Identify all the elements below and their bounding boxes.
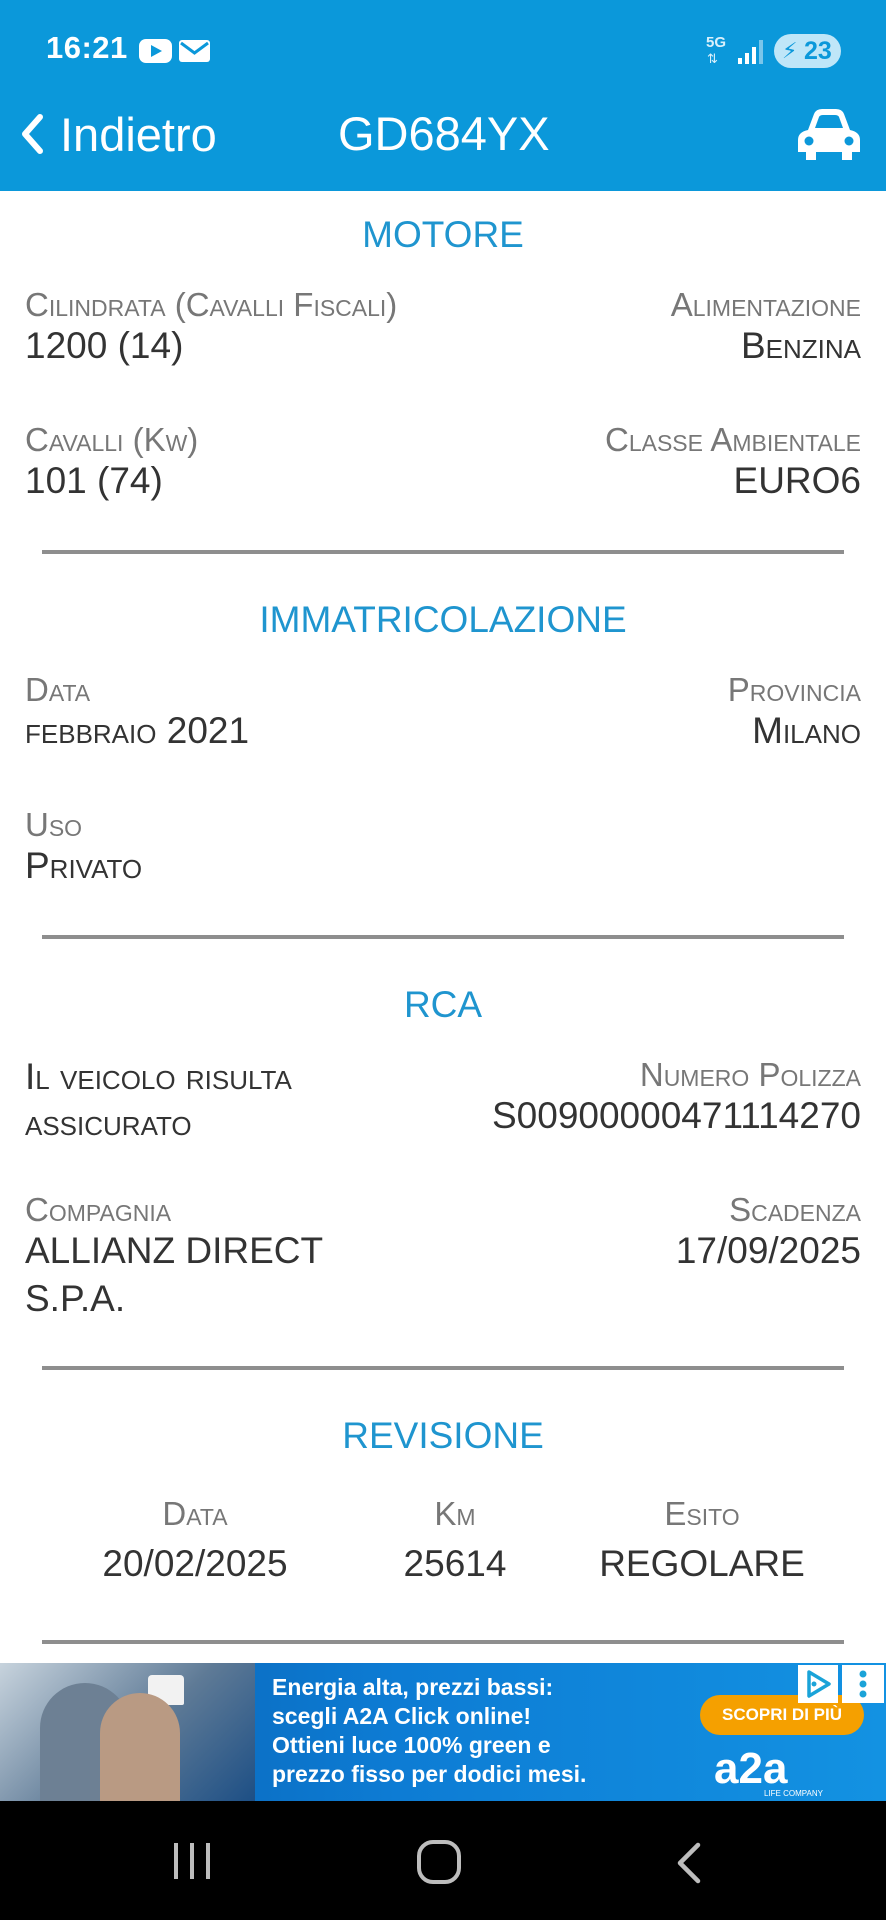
revisione-esito-value: REGOLARE (599, 1543, 805, 1584)
section-title-revisione: REVISIONE (342, 1415, 544, 1456)
numero-polizza-label: Numero Polizza (639, 1056, 861, 1093)
uso-label: Uso (25, 806, 83, 843)
youtube-notification-icon (139, 39, 172, 63)
network-type-label: 5G (706, 34, 727, 51)
immatricolazione-data-label: Data (25, 671, 91, 708)
section-divider (42, 935, 844, 939)
battery-level: 23 (804, 37, 832, 65)
cavalli-value: 101 (74) (25, 460, 163, 501)
page-title: GD684YX (338, 107, 550, 160)
status-bar: 16:21 5G ⇅ ⚡ 23 (0, 0, 886, 100)
numero-polizza-value: S009000004711142​70 (491, 1095, 861, 1136)
revisione-km-value: 25614 (403, 1543, 507, 1584)
signal-strength-icon (738, 40, 764, 64)
compagnia-value-line2: S.P.A. (25, 1278, 126, 1319)
uso-value: Privato (25, 845, 143, 886)
provincia-label: Provincia (727, 671, 861, 708)
battery-indicator: ⚡ 23 (774, 34, 841, 68)
nav-back-icon[interactable] (670, 1841, 710, 1885)
ad-text: Energia alta, prezzi bassi: scegli A2A C… (272, 1674, 587, 1787)
revisione-data-value: 20/02/2025 (102, 1543, 288, 1584)
compagnia-value-line1: ALLIANZ DIRECT (25, 1230, 324, 1271)
section-divider (42, 550, 844, 554)
back-button[interactable]: Indietro (20, 104, 217, 164)
ad-more-icon[interactable] (842, 1665, 884, 1703)
ad-logo: a2a (714, 1744, 788, 1793)
section-title-motore: MOTORE (362, 214, 524, 255)
home-icon[interactable] (417, 1840, 461, 1884)
ad-choices-icon[interactable] (798, 1665, 838, 1703)
section-title-immatricolazione: IMMATRICOLAZIONE (259, 599, 627, 640)
section-divider (42, 1366, 844, 1370)
rca-status-line2: assicurato (25, 1102, 192, 1143)
app-header: 16:21 5G ⇅ ⚡ 23 Indietro GD684YX (0, 0, 886, 191)
rca-status-line1: Il veicolo risulta (25, 1056, 292, 1097)
system-nav-bar (0, 1801, 886, 1920)
car-icon[interactable] (796, 106, 862, 164)
cilindrata-value: 1200 (14) (25, 325, 184, 366)
classe-ambientale-label: Classe Ambientale (604, 421, 861, 458)
ad-banner[interactable]: Energia alta, prezzi bassi: scegli A2A C… (0, 1663, 886, 1801)
back-label: Indietro (60, 107, 217, 161)
provincia-value: Milano (752, 710, 861, 751)
section-title-rca: RCA (403, 984, 483, 1025)
ad-image (0, 1663, 255, 1801)
mail-notification-icon (179, 40, 210, 62)
scadenza-label: Scadenza (729, 1191, 861, 1228)
alimentazione-label: Alimentazione (670, 286, 861, 323)
cavalli-label: Cavalli (Kw) (25, 421, 199, 458)
chevron-left-icon (22, 114, 43, 154)
ad-logo-subtitle: LIFE COMPANY (764, 1789, 823, 1798)
section-divider (42, 1640, 844, 1644)
battery-saver-icon: ⚡ (782, 38, 798, 63)
recent-apps-icon[interactable] (170, 1841, 214, 1881)
status-time: 16:21 (46, 30, 128, 65)
revisione-data-label: Data (162, 1495, 228, 1532)
alimentazione-value: Benzina (740, 325, 861, 366)
classe-ambientale-value: EURO6 (733, 460, 861, 501)
ad-cta-button[interactable]: SCOPRI DI PIÙ (700, 1695, 864, 1735)
cilindrata-label: Cilindrata (Cavalli Fiscali) (25, 286, 398, 323)
revisione-esito-label: Esito (664, 1495, 740, 1532)
revisione-km-label: Km (434, 1495, 476, 1532)
data-activity-icon: ⇅ (707, 51, 718, 66)
immatricolazione-data-value: febbraio 2021 (25, 710, 250, 751)
scadenza-value: 17/09/2025 (675, 1230, 861, 1271)
compagnia-label: Compagnia (25, 1191, 172, 1228)
